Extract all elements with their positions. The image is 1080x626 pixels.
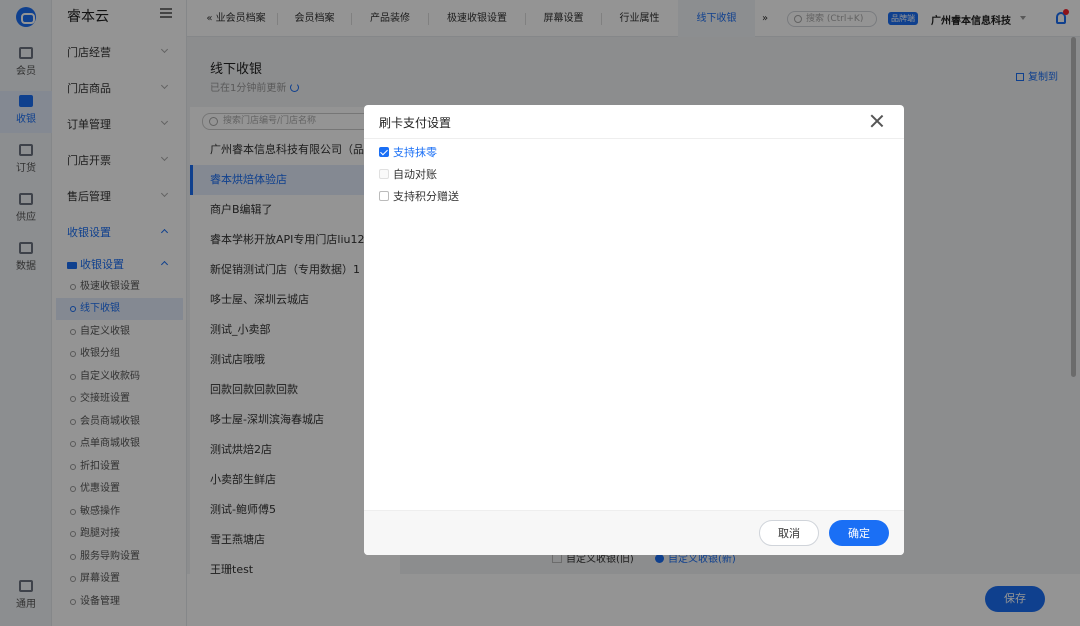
- checkbox-disabled-icon: [379, 169, 389, 179]
- close-icon[interactable]: [870, 114, 884, 128]
- checkbox-checked-icon: [379, 147, 389, 157]
- cancel-button[interactable]: 取消: [759, 520, 819, 546]
- option-support-rounding[interactable]: 支持抹零: [379, 145, 437, 161]
- card-payment-dialog: 刷卡支付设置 支持抹零 自动对账 支持积分赠送 取消 确定: [364, 105, 904, 555]
- option-auto-reconcile: 自动对账: [379, 167, 437, 183]
- dialog-divider: [364, 138, 904, 139]
- dialog-footer: 取消 确定: [364, 510, 904, 555]
- option-points-gift[interactable]: 支持积分赠送: [379, 189, 459, 205]
- dialog-title: 刷卡支付设置: [379, 116, 452, 130]
- ok-button[interactable]: 确定: [829, 520, 889, 546]
- checkbox-icon: [379, 191, 389, 201]
